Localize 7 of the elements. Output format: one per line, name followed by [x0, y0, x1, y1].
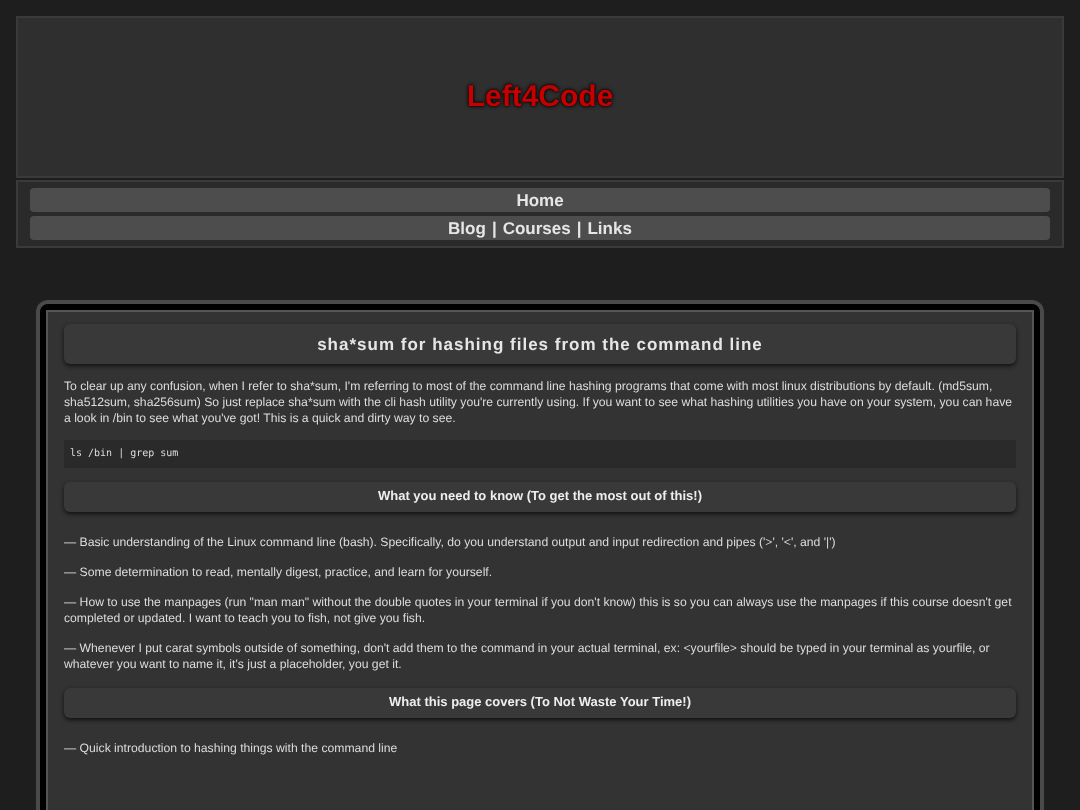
nav-link[interactable]: Courses — [502, 218, 571, 238]
nav-link[interactable]: Links — [587, 218, 632, 238]
nav-link[interactable]: Blog — [448, 218, 486, 238]
nav-link[interactable]: Home — [516, 190, 564, 210]
article-title: sha*sum for hashing files from the command line — [64, 324, 1016, 364]
nav-separator: | — [491, 218, 497, 238]
nav-separator: | — [576, 218, 582, 238]
